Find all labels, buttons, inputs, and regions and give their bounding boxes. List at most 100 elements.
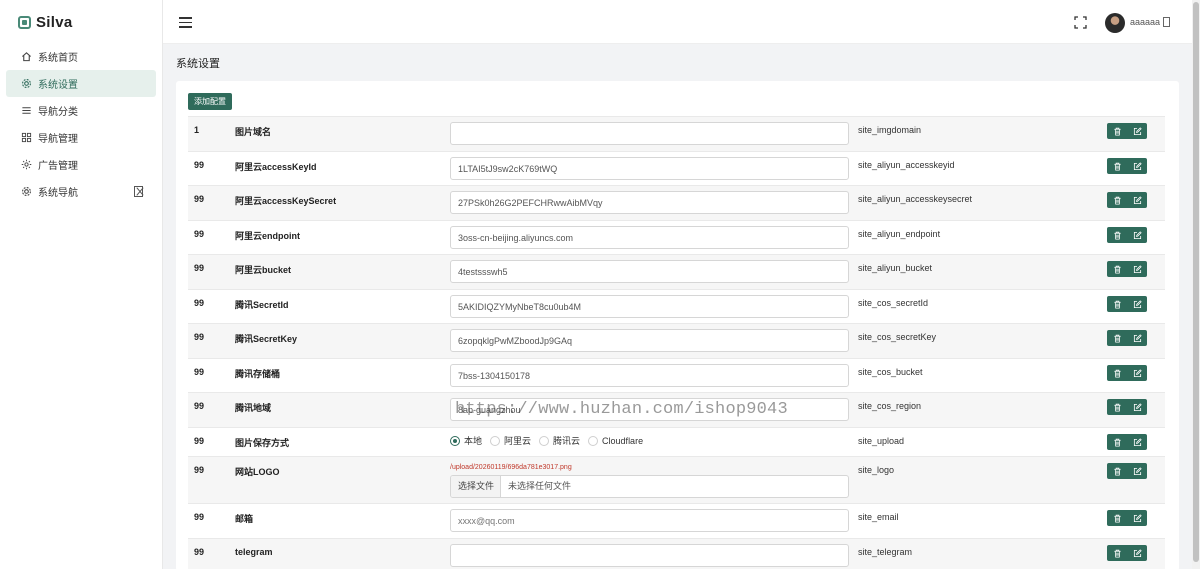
delete-button[interactable] <box>1107 192 1127 208</box>
delete-button[interactable] <box>1107 434 1127 450</box>
edit-button[interactable] <box>1127 434 1147 450</box>
gear-icon <box>20 78 32 90</box>
value-input[interactable] <box>450 157 849 180</box>
trash-icon <box>1113 438 1121 447</box>
edit-button[interactable] <box>1127 227 1147 243</box>
edit-icon <box>1133 264 1142 273</box>
radio-label: 腾讯云 <box>553 436 581 446</box>
value-input[interactable] <box>450 398 849 421</box>
user-menu-icon[interactable] <box>1163 17 1170 27</box>
edit-button[interactable] <box>1127 261 1147 277</box>
edit-icon <box>1133 230 1142 239</box>
value-input[interactable] <box>450 191 849 214</box>
row-id: 99 <box>194 436 205 446</box>
edit-button[interactable] <box>1127 158 1147 174</box>
sidebar-item-nav-category[interactable]: 导航分类 <box>6 97 156 124</box>
value-input[interactable] <box>450 226 849 249</box>
delete-button[interactable] <box>1107 463 1127 479</box>
row-key: site_email <box>858 512 899 522</box>
row-actions <box>1107 123 1147 139</box>
sidebar-item-home[interactable]: 系统首页 <box>6 43 156 70</box>
trash-icon <box>1113 196 1121 205</box>
row-id: 99 <box>194 160 205 170</box>
add-config-button[interactable]: 添加配置 <box>188 93 232 110</box>
edit-button[interactable] <box>1127 365 1147 381</box>
edit-icon <box>1133 402 1142 411</box>
radio-button[interactable] <box>450 435 460 446</box>
radio-label: Cloudflare <box>602 435 644 446</box>
sidebar-item-ads[interactable]: 广告管理 <box>6 151 156 178</box>
row-id: 99 <box>194 229 205 239</box>
value-input[interactable] <box>450 329 849 352</box>
edit-button[interactable] <box>1127 330 1147 346</box>
page-title: 系统设置 <box>176 58 220 70</box>
row-key: site_cos_secretId <box>858 298 929 308</box>
row-key: site_logo <box>858 465 895 475</box>
radio-button[interactable] <box>490 435 501 446</box>
row-actions <box>1107 296 1147 312</box>
delete-button[interactable] <box>1107 510 1127 526</box>
sidebar-item-nav-manage[interactable]: 导航管理 <box>6 124 156 151</box>
edit-icon <box>1133 126 1142 135</box>
table-row: 99 网站LOGO /upload/20260119/696da781e3017… <box>188 456 1165 503</box>
delete-button[interactable] <box>1107 296 1127 312</box>
settings-card: 添加配置 1 图片域名 site_imgdomain 99 阿里云accessK… <box>176 81 1179 569</box>
sidebar-item-label: 系统导航 <box>38 188 78 199</box>
choose-file-button[interactable]: 选择文件 <box>451 476 501 497</box>
username[interactable]: aaaaaa <box>1130 17 1160 27</box>
table-row: 99 阿里云accessKeySecret site_aliyun_access… <box>188 185 1165 220</box>
value-input[interactable] <box>450 260 849 283</box>
edit-button[interactable] <box>1127 399 1147 415</box>
avatar[interactable] <box>1105 13 1125 33</box>
file-input[interactable]: 选择文件 未选择任何文件 <box>450 475 849 498</box>
row-key: site_aliyun_endpoint <box>858 229 941 239</box>
edit-button[interactable] <box>1127 545 1147 561</box>
radio-button[interactable] <box>588 435 599 446</box>
scrollbar[interactable] <box>1192 0 1200 569</box>
row-key: site_aliyun_accesskeysecret <box>858 194 973 204</box>
sun-icon <box>20 159 32 171</box>
sidebar-item-system-nav[interactable]: 系统导航 <box>6 178 156 205</box>
radio-option-local[interactable]: 本地 <box>450 434 482 447</box>
edit-button[interactable] <box>1127 510 1147 526</box>
edit-button[interactable] <box>1127 463 1147 479</box>
delete-button[interactable] <box>1107 330 1127 346</box>
row-key: site_aliyun_accesskeyid <box>858 160 955 170</box>
row-actions <box>1107 545 1147 561</box>
upload-path[interactable]: /upload/20260119/696da781e3017.png <box>450 464 572 471</box>
fullscreen-icon[interactable] <box>1074 16 1087 29</box>
value-input[interactable] <box>450 544 849 567</box>
trash-icon <box>1113 467 1121 476</box>
radio-option-tencent[interactable]: 腾讯云 <box>539 434 580 447</box>
row-id: 99 <box>194 512 205 522</box>
delete-button[interactable] <box>1107 158 1127 174</box>
radio-option-aliyun[interactable]: 阿里云 <box>490 434 531 447</box>
value-input[interactable] <box>450 295 849 318</box>
delete-button[interactable] <box>1107 399 1127 415</box>
menu-toggle-icon[interactable] <box>179 17 192 28</box>
sidebar-item-settings[interactable]: 系统设置 <box>6 70 156 97</box>
delete-button[interactable] <box>1107 227 1127 243</box>
trash-icon <box>1113 127 1121 136</box>
logo[interactable]: Silva <box>0 0 162 44</box>
edit-button[interactable] <box>1127 192 1147 208</box>
edit-button[interactable] <box>1127 296 1147 312</box>
row-name: 阿里云bucket <box>235 265 292 275</box>
delete-button[interactable] <box>1107 123 1127 139</box>
delete-button[interactable] <box>1107 365 1127 381</box>
row-actions <box>1107 261 1147 277</box>
delete-button[interactable] <box>1107 545 1127 561</box>
delete-button[interactable] <box>1107 261 1127 277</box>
edit-button[interactable] <box>1127 123 1147 139</box>
scrollbar-thumb[interactable] <box>1193 2 1199 562</box>
expand-icon[interactable] <box>134 186 143 197</box>
email-input[interactable] <box>450 509 849 532</box>
row-name: 阿里云accessKeySecret <box>235 196 337 206</box>
value-input[interactable] <box>450 122 849 145</box>
radio-button[interactable] <box>539 435 550 446</box>
radio-option-cloudflare[interactable]: Cloudflare <box>588 435 644 446</box>
value-input[interactable] <box>450 364 849 387</box>
row-actions <box>1107 510 1147 526</box>
gear-icon <box>20 186 32 198</box>
row-key: site_cos_secretKey <box>858 332 937 342</box>
